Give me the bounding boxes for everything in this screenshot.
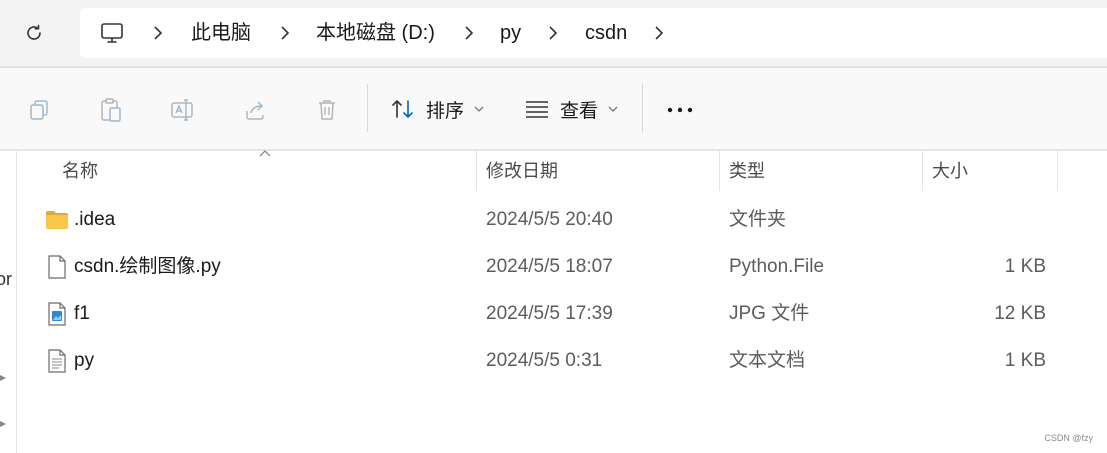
chevron-right-icon[interactable] [543,22,563,44]
column-header-size[interactable]: 大小 [932,151,968,191]
delete-button[interactable] [309,92,345,128]
file-name: py [74,350,95,371]
chevron-down-icon [608,106,618,112]
file-name: .idea [74,209,116,230]
file-icon [44,254,70,280]
file-name: csdn.绘制图像.py [74,256,221,277]
sort-button[interactable]: 排序 [390,90,484,128]
toolbar-divider [367,84,368,132]
crumb-csdn[interactable]: csdn [585,20,627,46]
computer-crumb[interactable] [98,19,126,47]
rename-button[interactable] [165,92,201,128]
crumb-local-disk[interactable]: 本地磁盘 (D:) [316,20,435,46]
refresh-icon [27,24,41,40]
chevron-right-icon[interactable] [649,22,669,44]
file-size: 1 KB [1004,256,1046,277]
paste-button[interactable] [93,92,129,128]
pin-icon [0,375,6,381]
rename-icon [171,99,193,121]
sort-label: 排序 [426,100,465,122]
file-date: 2024/5/5 20:40 [486,209,613,230]
pin-icon [0,421,6,427]
text-file-icon [44,348,70,374]
delete-icon [319,100,335,120]
more-icon [667,107,693,113]
column-header-date[interactable]: 修改日期 [486,151,558,191]
column-header-type[interactable]: 类型 [729,151,765,191]
column-divider[interactable] [1057,151,1058,191]
file-row[interactable]: py 2024/5/5 0:31 文本文档 1 KB [16,338,1107,384]
file-type: 文本文档 [729,350,806,371]
address-bar[interactable]: 此电脑 本地磁盘 (D:) py csdn [80,8,1107,58]
file-row[interactable]: f1 2024/5/5 17:39 JPG 文件 12 KB [16,291,1107,337]
file-date: 2024/5/5 0:31 [486,350,603,371]
file-date: 2024/5/5 17:39 [486,303,613,324]
nav-fragment-text: or [0,269,13,289]
sort-ascending-icon [259,150,271,157]
command-bar: 排序 查看 [0,68,1107,150]
chevron-down-icon [474,106,484,112]
share-icon [246,101,264,120]
paste-icon [101,98,121,122]
chevron-right-icon[interactable] [459,22,479,44]
sort-icon [392,100,413,118]
folder-icon [44,207,70,233]
view-label: 查看 [560,100,599,122]
watermark: CSDN @fzy [1044,433,1093,443]
computer-icon [101,23,123,43]
crumb-this-pc[interactable]: 此电脑 [191,20,251,46]
view-button[interactable]: 查看 [524,90,618,128]
copy-button[interactable] [21,92,57,128]
file-name: f1 [74,303,90,324]
column-divider[interactable] [719,151,720,191]
toolbar-divider [642,84,643,132]
address-row: 此电脑 本地磁盘 (D:) py csdn [0,0,1107,66]
file-row[interactable]: csdn.绘制图像.py 2024/5/5 18:07 Python.File … [16,244,1107,290]
file-date: 2024/5/5 18:07 [486,256,613,277]
image-file-icon [44,301,70,327]
file-list-area: or 名称 修改日期 类型 大小 .idea 2024/5/5 20:40 文件… [0,150,1107,453]
file-size: 12 KB [994,303,1046,324]
view-list-icon [526,101,548,118]
copy-icon [30,100,48,120]
chevron-right-icon[interactable] [275,22,295,44]
navigation-pane[interactable]: or [0,151,17,453]
file-row[interactable]: .idea 2024/5/5 20:40 文件夹 [16,197,1107,243]
file-type: JPG 文件 [729,303,810,324]
refresh-button[interactable] [14,13,54,53]
share-button[interactable] [237,92,273,128]
crumb-py[interactable]: py [500,20,521,46]
column-header-name[interactable]: 名称 [62,151,98,191]
more-options-button[interactable] [662,92,698,128]
column-divider[interactable] [476,151,477,191]
chevron-right-icon[interactable] [148,22,168,44]
file-size: 1 KB [1004,350,1046,371]
file-type: 文件夹 [729,209,787,230]
file-type: Python.File [729,256,825,277]
column-divider[interactable] [922,151,923,191]
